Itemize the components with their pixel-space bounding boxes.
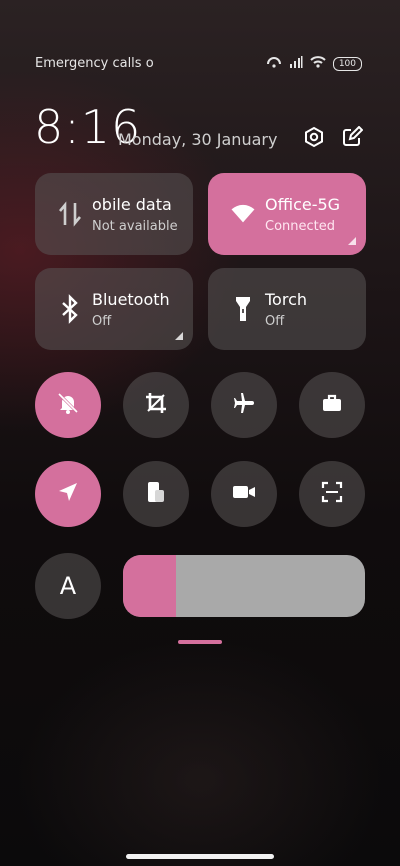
edit-icon[interactable] [341,126,363,148]
mobile-data-icon [57,197,83,231]
page-indicator [178,640,222,644]
tile-bluetooth[interactable]: Bluetooth Off [35,268,193,350]
auto-brightness-button[interactable]: A [35,553,101,619]
scan-toggle[interactable] [299,461,365,527]
tile-title: Torch [265,290,308,309]
bluetooth-icon [57,292,83,326]
expand-indicator [348,237,356,245]
location-toggle[interactable] [35,461,101,527]
battery-icon: 100 [332,56,362,71]
work-icon [320,391,344,419]
tile-subtitle: Off [92,314,112,329]
work-toggle[interactable] [299,372,365,438]
hotspot-icon [266,54,282,73]
tile-wifi[interactable]: Office-5G Connected [208,173,366,255]
clock-date: Monday, 30 January [118,130,278,149]
status-carrier-text: Emergency calls o [35,56,154,71]
scan-icon [320,480,344,508]
tile-title: obile data [92,195,172,214]
signal-icon [289,54,303,73]
video-icon [231,480,257,508]
crop-toggle[interactable] [123,372,189,438]
screen-icon [144,480,168,508]
tile-subtitle: Connected [265,219,336,234]
airplane-toggle[interactable] [211,372,277,438]
auto-brightness-label: A [59,572,77,600]
torch-icon [230,292,256,326]
brightness-slider[interactable] [123,555,365,617]
tile-subtitle: Off [265,314,285,329]
tile-title: Bluetooth [92,290,170,309]
tile-mobile-data[interactable]: obile data Not available [35,173,193,255]
wifi-icon [310,54,326,73]
home-indicator[interactable] [126,854,274,859]
mute-icon [56,391,80,419]
status-icons: 100 [266,54,362,73]
settings-icon[interactable] [303,126,325,148]
mute-toggle[interactable] [35,372,101,438]
location-icon [56,480,80,508]
tile-subtitle: Not available [92,219,178,234]
screen-toggle[interactable] [123,461,189,527]
airplane-icon [232,391,256,419]
brightness-fill [123,555,177,617]
tile-torch[interactable]: Torch Off [208,268,366,350]
video-toggle[interactable] [211,461,277,527]
tile-title: Office-5G [265,195,341,214]
wifi-icon [230,197,256,231]
expand-indicator [175,332,183,340]
crop-icon [144,391,168,419]
